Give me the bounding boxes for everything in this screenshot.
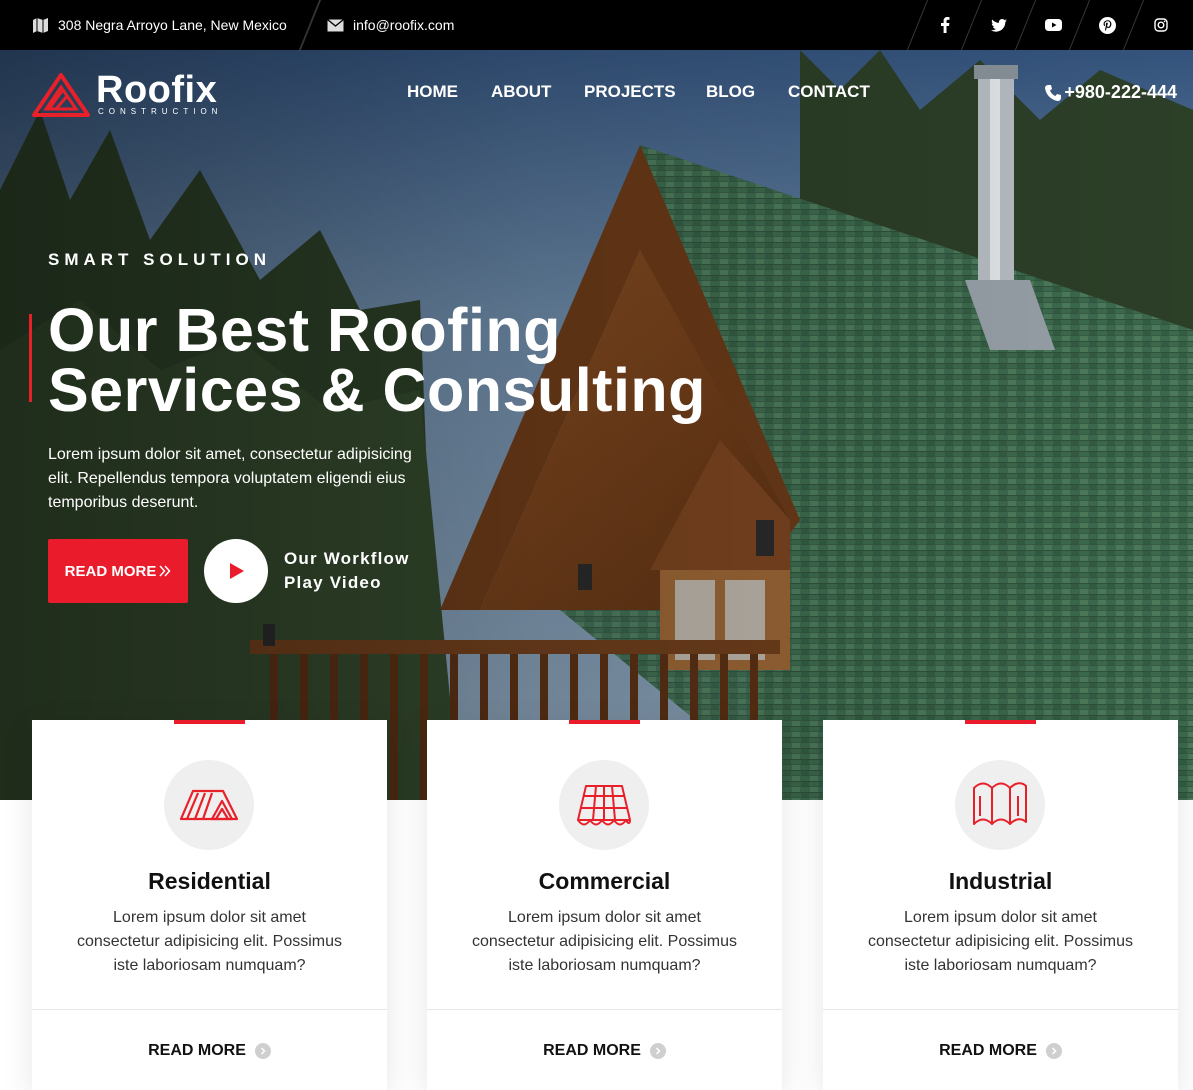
nav-about[interactable]: ABOUT	[491, 82, 551, 102]
card-divider	[823, 1009, 1178, 1010]
residential-roof-icon	[179, 789, 239, 821]
card-read-more-link[interactable]: READ MORE	[427, 1042, 782, 1060]
envelope-icon	[327, 18, 344, 31]
instagram-icon[interactable]	[1134, 0, 1188, 50]
service-card-industrial: Industrial Lorem ipsum dolor sit amet co…	[823, 720, 1178, 1090]
chevron-right-icon	[649, 1043, 666, 1059]
card-icon-wrap	[164, 760, 254, 850]
card-icon-wrap	[559, 760, 649, 850]
hero-read-more-label: READ MORE	[64, 562, 157, 580]
hero-section	[0, 50, 1193, 800]
card-text: Lorem ipsum dolor sit amet consectetur a…	[471, 909, 737, 974]
service-card-commercial: Commercial Lorem ipsum dolor sit amet co…	[427, 720, 782, 1090]
card-divider	[427, 1009, 782, 1010]
card-read-more-label: READ MORE	[148, 1042, 246, 1059]
logo[interactable]: Roofix CONSTRUCTION	[32, 69, 223, 118]
hero-description: Lorem ipsum dolor sit amet, consectetur …	[48, 446, 412, 511]
card-text: Lorem ipsum dolor sit amet consectetur a…	[76, 909, 342, 974]
play-icon	[230, 563, 244, 579]
video-caption-line-1: Our Workflow	[284, 549, 410, 568]
hero-headline-line-2: Services & Consulting	[48, 356, 706, 424]
card-title: Industrial	[948, 868, 1053, 894]
card-accent-bar	[569, 720, 640, 724]
card-accent-bar	[965, 720, 1036, 724]
industrial-sheet-icon	[973, 782, 1027, 825]
card-divider	[32, 1009, 387, 1010]
card-read-more-label: READ MORE	[939, 1042, 1037, 1059]
logo-name: Roofix	[96, 69, 218, 111]
card-text: Lorem ipsum dolor sit amet consectetur a…	[867, 909, 1133, 974]
play-video-button[interactable]	[204, 539, 268, 603]
chevron-right-icon	[254, 1043, 271, 1059]
header-phone[interactable]: +980-222-444	[1044, 82, 1177, 103]
nav-home[interactable]: HOME	[407, 82, 458, 102]
hero-overlay	[0, 50, 1193, 800]
address-text: 308 Negra Arroyo Lane, New Mexico	[58, 17, 287, 33]
card-read-more-label: READ MORE	[543, 1042, 641, 1059]
topbar-divider	[298, 0, 322, 50]
hero-headline: Our Best Roofing Services & Consulting	[48, 296, 828, 424]
chevron-right-icon	[1045, 1043, 1062, 1059]
phone-number: +980-222-444	[1064, 82, 1177, 102]
phone-icon	[1045, 84, 1062, 101]
nav-blog[interactable]: BLOG	[706, 82, 755, 102]
email-item[interactable]: info@roofix.com	[327, 0, 454, 50]
double-chevron-right-icon	[159, 565, 171, 577]
card-title: Residential	[148, 868, 271, 894]
headline-accent-line	[29, 314, 32, 402]
card-read-more-link[interactable]: READ MORE	[32, 1042, 387, 1060]
roof-logo-icon	[32, 73, 90, 117]
card-icon-wrap	[955, 760, 1045, 850]
hero-headline-line-1: Our Best Roofing	[48, 296, 561, 364]
hero-read-more-button[interactable]: READ MORE	[48, 539, 188, 603]
card-accent-bar	[174, 720, 245, 724]
nav-projects[interactable]: PROJECTS	[584, 82, 676, 102]
hero-kicker: SMART SOLUTION	[48, 250, 271, 269]
address-item: 308 Negra Arroyo Lane, New Mexico	[32, 0, 287, 50]
video-caption-line-2: Play Video	[284, 573, 382, 592]
map-icon	[33, 17, 48, 33]
logo-subtitle: CONSTRUCTION	[98, 107, 223, 116]
card-read-more-link[interactable]: READ MORE	[823, 1042, 1178, 1060]
card-title: Commercial	[538, 868, 671, 894]
commercial-tile-icon	[577, 785, 631, 826]
service-card-residential: Residential Lorem ipsum dolor sit amet c…	[32, 720, 387, 1090]
nav-contact[interactable]: CONTACT	[788, 82, 870, 102]
top-bar: 308 Negra Arroyo Lane, New Mexico info@r…	[0, 0, 1193, 50]
video-caption[interactable]: Our Workflow Play Video	[284, 547, 410, 595]
email-text[interactable]: info@roofix.com	[353, 17, 454, 33]
